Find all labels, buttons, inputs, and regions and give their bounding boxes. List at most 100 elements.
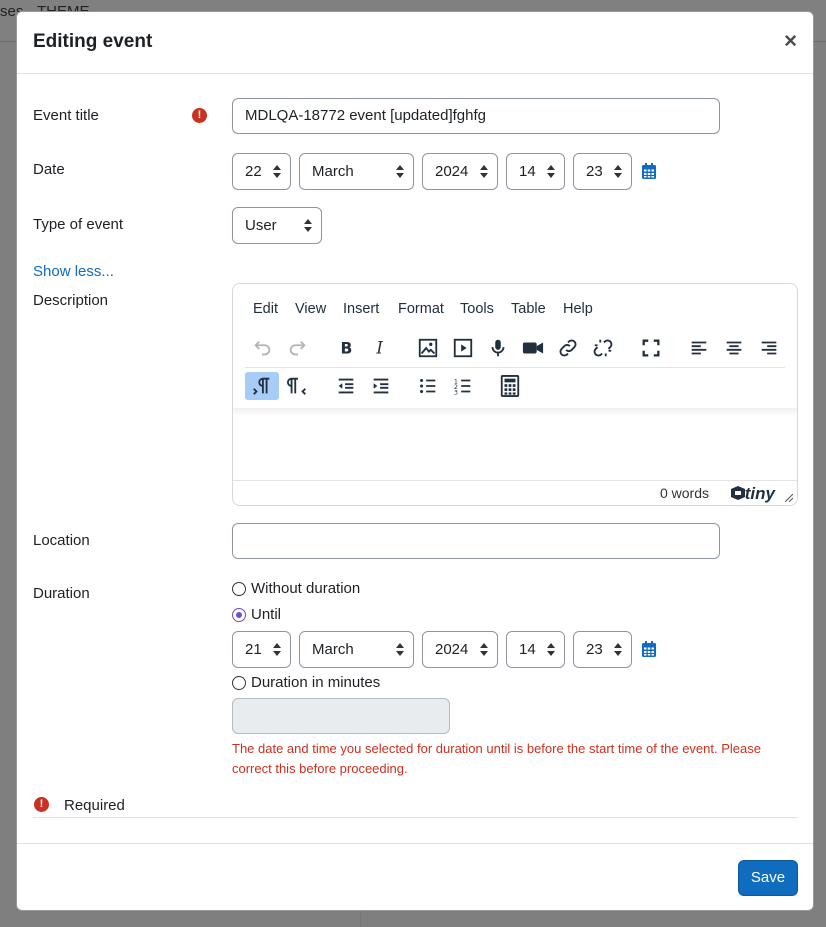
indent-icon (373, 378, 389, 394)
date-month-value: March (312, 163, 354, 180)
calendar-icon[interactable] (642, 163, 656, 179)
menu-insert[interactable]: Insert (343, 301, 379, 317)
redo-icon (289, 340, 306, 356)
until-year-select[interactable]: 2024 (422, 631, 498, 668)
word-count[interactable]: 0 words (660, 485, 709, 501)
type-of-event-value: User (245, 217, 277, 234)
menu-format[interactable]: Format (398, 301, 444, 317)
record-video-button[interactable] (516, 334, 550, 362)
outdent-button[interactable] (329, 372, 363, 400)
equation-button[interactable] (493, 372, 527, 400)
description-label: Description (33, 292, 109, 309)
tiny-logo-icon (730, 486, 745, 500)
menu-help[interactable]: Help (563, 301, 593, 317)
menu-tools[interactable]: Tools (460, 301, 494, 317)
align-left-button[interactable] (682, 334, 716, 362)
location-input[interactable] (232, 523, 720, 559)
image-button[interactable] (411, 334, 445, 362)
align-right-button[interactable] (752, 334, 786, 362)
record-audio-button[interactable] (481, 334, 515, 362)
date-year-select[interactable]: 2024 (422, 153, 498, 190)
required-icon: ! (34, 797, 49, 812)
duration-minutes-input[interactable] (232, 698, 450, 734)
menu-edit[interactable]: Edit (253, 301, 278, 317)
edit-event-modal: Editing event × Event title ! MDLQA-1877… (16, 11, 814, 911)
bullet-list-button[interactable] (411, 372, 445, 400)
video-camera-icon (522, 342, 544, 354)
resize-handle-icon[interactable] (785, 494, 793, 502)
form-divider (33, 817, 798, 818)
select-arrows-icon (614, 643, 622, 657)
date-hour-value: 14 (519, 163, 536, 180)
until-hour-value: 14 (519, 641, 536, 658)
type-of-event-select[interactable]: User (232, 207, 322, 244)
editor-toolbar-row-1: B I (245, 334, 785, 368)
tiny-brand-text: tiny (744, 484, 775, 503)
date-day-select[interactable]: 22 (232, 153, 291, 190)
type-of-event-label: Type of event (33, 216, 124, 233)
calendar-icon[interactable] (642, 641, 656, 657)
modal-footer: Save (17, 843, 813, 910)
date-month-select[interactable]: March (299, 153, 414, 190)
required-note: Required (64, 797, 125, 814)
until-minute-select[interactable]: 23 (573, 631, 632, 668)
editor-content-area[interactable] (233, 410, 797, 480)
select-arrows-icon (273, 643, 281, 657)
redo-button[interactable] (281, 334, 315, 362)
select-arrows-icon (614, 165, 622, 179)
menu-view[interactable]: View (295, 301, 326, 317)
select-arrows-icon (547, 165, 555, 179)
until-label[interactable]: Until (251, 606, 281, 623)
duration-minutes-label[interactable]: Duration in minutes (251, 674, 380, 691)
modal-header: Editing event × (17, 12, 813, 74)
fullscreen-button[interactable] (634, 334, 668, 362)
description-editor[interactable]: Edit View Insert Format Tools Table Help… (232, 283, 798, 506)
italic-icon: I (375, 339, 383, 358)
duration-minutes-radio[interactable] (232, 676, 246, 690)
fullscreen-icon (642, 339, 660, 357)
date-minute-select[interactable]: 23 (573, 153, 632, 190)
select-arrows-icon (396, 165, 404, 179)
editor-menubar: Edit View Insert Format Tools Table Help (233, 284, 797, 330)
align-center-icon (726, 341, 742, 355)
event-title-input[interactable]: MDLQA-18772 event [updated]fghfg (232, 98, 720, 134)
close-button[interactable]: × (784, 30, 797, 52)
rtl-button[interactable] (281, 372, 315, 400)
until-month-select[interactable]: March (299, 631, 414, 668)
menu-table[interactable]: Table (511, 301, 546, 317)
show-less-link[interactable]: Show less... (33, 263, 114, 280)
bold-button[interactable]: B (329, 334, 363, 362)
image-icon (418, 338, 438, 358)
bold-icon: B (341, 340, 353, 358)
date-hour-select[interactable]: 14 (506, 153, 565, 190)
until-day-select[interactable]: 21 (232, 631, 291, 668)
align-right-icon (761, 341, 777, 355)
tiny-logo[interactable]: tiny (730, 484, 775, 504)
italic-button[interactable]: I (364, 334, 398, 362)
select-arrows-icon (547, 643, 555, 657)
until-hour-select[interactable]: 14 (506, 631, 565, 668)
align-center-button[interactable] (717, 334, 751, 362)
ltr-button[interactable] (245, 372, 279, 400)
until-month-value: March (312, 641, 354, 658)
select-arrows-icon (396, 643, 404, 657)
date-year-value: 2024 (435, 163, 469, 180)
date-day-value: 22 (245, 163, 262, 180)
indent-button[interactable] (364, 372, 398, 400)
media-button[interactable] (446, 334, 480, 362)
without-duration-radio[interactable] (232, 582, 246, 596)
without-duration-label[interactable]: Without duration (251, 580, 360, 597)
numbered-list-button[interactable]: 123 (446, 372, 480, 400)
until-radio[interactable] (232, 608, 246, 622)
undo-button[interactable] (245, 334, 279, 362)
left-to-right-icon (253, 377, 270, 395)
link-button[interactable] (551, 334, 585, 362)
event-title-label: Event title (33, 107, 99, 124)
svg-text:B: B (341, 340, 353, 358)
save-button[interactable]: Save (738, 860, 798, 896)
until-year-value: 2024 (435, 641, 469, 658)
unlink-button[interactable] (586, 334, 620, 362)
modal-title: Editing event (33, 31, 153, 52)
required-icon: ! (192, 108, 207, 123)
editor-toolbar-row-2: 123 (245, 372, 785, 406)
